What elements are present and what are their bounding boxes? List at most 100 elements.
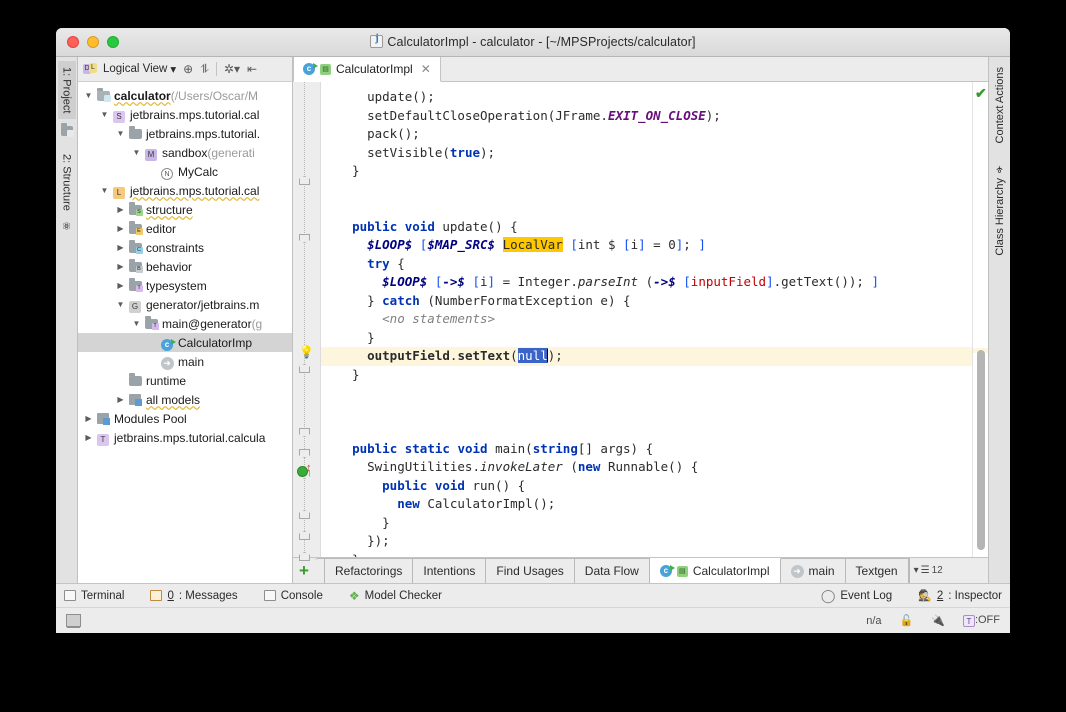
code-line[interactable]: } [321, 162, 972, 181]
code-line[interactable]: new CalculatorImpl(); [321, 495, 972, 514]
tree-row[interactable]: ▶all models [78, 390, 292, 409]
breakpoint-icon[interactable]: ↑ [297, 466, 310, 479]
collapse-all-icon[interactable]: ⥮ [200, 62, 209, 77]
bottom-tab-find-usages[interactable]: Find Usages [486, 558, 574, 583]
code-line[interactable]: } catch (NumberFormatException e) { [321, 292, 972, 311]
sidebar-item-context-actions[interactable]: Context Actions [991, 61, 1009, 149]
bottom-tab-calculatorimpl[interactable]: c▤CalculatorImpl [650, 558, 781, 583]
code-line[interactable] [321, 181, 972, 200]
tree-row[interactable]: ▶Modules Pool [78, 409, 292, 428]
code-line[interactable] [321, 403, 972, 422]
bottom-tab-textgen[interactable]: Textgen [846, 558, 909, 583]
tree-expand-arrow[interactable]: ▶ [114, 224, 127, 233]
status-item-event-log[interactable]: ◯ Event Log [821, 588, 892, 604]
sidebar-item-class-hierarchy[interactable]: Class Hierarchy ⚘ [991, 157, 1009, 262]
code-line[interactable]: $LOOP$ [$MAP_SRC$ LocalVar [int $ [i] = … [321, 236, 972, 255]
gear-icon[interactable]: ✲▾ [224, 62, 240, 76]
fold-marker-down[interactable] [299, 234, 310, 243]
tree-expand-arrow[interactable]: ▶ [114, 281, 127, 290]
status-item-inspector[interactable]: 🕵 2: Inspector [918, 589, 1002, 602]
code-line[interactable] [321, 199, 972, 218]
tree-expand-arrow[interactable]: ▶ [114, 243, 127, 252]
tree-row[interactable]: ▼calculator (/Users/Oscar/M [78, 86, 292, 105]
tree-row[interactable]: cCalculatorImp [78, 333, 292, 352]
tree-row[interactable]: ▶Bbehavior [78, 257, 292, 276]
code-line[interactable]: public void run() { [321, 477, 972, 496]
sidebar-item-project[interactable]: 1: Project [58, 61, 76, 119]
code-line[interactable]: pack(); [321, 125, 972, 144]
code-line[interactable]: } [321, 551, 972, 558]
lock-icon[interactable]: 🔓 [900, 614, 914, 627]
bottom-tab-refactorings[interactable]: Refactorings [325, 558, 413, 583]
tree-row[interactable]: ▼Tmain@generator (g [78, 314, 292, 333]
project-tree[interactable]: ▼calculator (/Users/Oscar/M▼Sjetbrains.m… [78, 82, 292, 583]
editor-right-rail[interactable]: ✔ [972, 82, 988, 557]
tab-list-button[interactable]: ▾ ☰ 12 [909, 558, 947, 583]
code-line[interactable]: } [321, 514, 972, 533]
add-tab-button[interactable]: + [293, 558, 315, 583]
fold-marker-up[interactable] [299, 176, 310, 185]
code-line[interactable]: setDefaultCloseOperation(JFrame.EXIT_ON_… [321, 107, 972, 126]
tree-expand-arrow[interactable]: ▼ [98, 186, 111, 195]
tree-expand-arrow[interactable]: ▶ [82, 433, 95, 442]
code-line[interactable]: try { [321, 255, 972, 274]
tree-expand-arrow[interactable]: ▶ [114, 262, 127, 271]
bottom-tab-intentions[interactable]: Intentions [413, 558, 486, 583]
vertical-scrollbar-thumb[interactable] [977, 350, 985, 550]
tab-calculatorimpl[interactable]: c ▤ CalculatorImpl ✕ [293, 57, 441, 82]
code-line[interactable]: update(); [321, 88, 972, 107]
tree-expand-arrow[interactable]: ▼ [130, 319, 143, 328]
code-line[interactable]: } [321, 366, 972, 385]
code-line[interactable]: setVisible(true); [321, 144, 972, 163]
close-window-button[interactable] [67, 36, 79, 48]
tree-expand-arrow[interactable]: ▶ [82, 414, 95, 423]
code-line[interactable]: <no statements> [321, 310, 972, 329]
tree-expand-arrow[interactable]: ▼ [98, 110, 111, 119]
bottom-tab-data-flow[interactable]: Data Flow [575, 558, 650, 583]
tree-expand-arrow[interactable]: ▼ [114, 129, 127, 138]
tree-expand-arrow[interactable]: ▼ [82, 91, 95, 100]
code-line[interactable]: } [321, 329, 972, 348]
typing-assist-status[interactable]: T:OFF [963, 614, 1000, 627]
tree-row[interactable]: NMyCalc [78, 162, 292, 181]
sidebar-item-structure[interactable]: 2: Structure [58, 148, 76, 217]
code-line[interactable]: public static void main(string[] args) { [321, 440, 972, 459]
tree-expand-arrow[interactable]: ▼ [114, 300, 127, 309]
tree-row[interactable]: ▶Sstructure [78, 200, 292, 219]
tree-row[interactable]: ➜main [78, 352, 292, 371]
bottom-tab-main[interactable]: ➜main [781, 558, 846, 583]
minimize-window-button[interactable] [87, 36, 99, 48]
intention-bulb-icon[interactable]: 💡 [299, 346, 312, 359]
target-icon[interactable]: ⊕ [183, 62, 193, 76]
code-line[interactable]: }); [321, 532, 972, 551]
code-line[interactable]: public void update() { [321, 218, 972, 237]
code-line[interactable] [321, 384, 972, 403]
code-line[interactable] [321, 421, 972, 440]
tree-expand-arrow[interactable]: ▶ [114, 395, 127, 404]
code-line[interactable]: SwingUtilities.invokeLater (new Runnable… [321, 458, 972, 477]
status-item-model-checker[interactable]: ❖ Model Checker [349, 589, 442, 603]
tree-row[interactable]: ▶Cconstraints [78, 238, 292, 257]
fold-marker-up[interactable] [299, 552, 310, 561]
status-item-terminal[interactable]: Terminal [64, 590, 124, 602]
tree-row[interactable]: ▼Ggenerator/jetbrains.m [78, 295, 292, 314]
fold-marker-down[interactable] [299, 449, 310, 458]
logical-view-selector[interactable]: Logical View ▾ [103, 62, 176, 76]
fold-marker-up[interactable] [299, 364, 310, 373]
tree-row[interactable]: ▼Msandbox (generati [78, 143, 292, 162]
status-item-console[interactable]: Console [264, 590, 323, 602]
tree-row[interactable]: ▼Ljetbrains.mps.tutorial.cal [78, 181, 292, 200]
code-content[interactable]: update(); setDefaultCloseOperation(JFram… [321, 82, 972, 557]
status-item-messages[interactable]: 0: Messages [150, 590, 237, 602]
tree-row[interactable]: ▶Ttypesystem [78, 276, 292, 295]
tree-row[interactable]: ▶Eeditor [78, 219, 292, 238]
tree-expand-arrow[interactable]: ▼ [130, 148, 143, 157]
tree-row[interactable]: ▶Tjetbrains.mps.tutorial.calcula [78, 428, 292, 447]
window-resize-icon[interactable] [66, 614, 81, 627]
fold-marker-up[interactable] [299, 531, 310, 540]
tree-expand-arrow[interactable]: ▶ [114, 205, 127, 214]
fold-marker-down[interactable] [299, 428, 310, 437]
window-controls[interactable] [56, 36, 119, 48]
plug-icon[interactable]: 🔌 [931, 614, 945, 627]
close-icon[interactable]: ✕ [421, 62, 431, 76]
